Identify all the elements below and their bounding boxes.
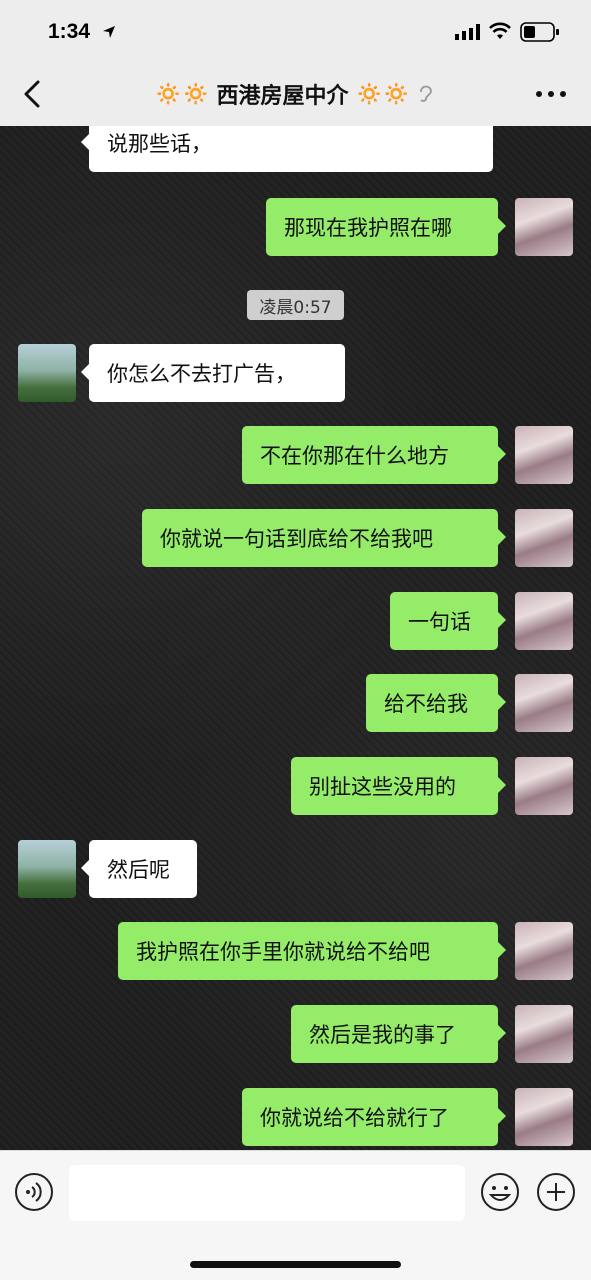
location-arrow-icon bbox=[103, 26, 115, 38]
avatar[interactable] bbox=[515, 198, 573, 256]
message-bubble-sent[interactable]: 然后是我的事了 bbox=[291, 1005, 506, 1063]
message-bubble-sent[interactable]: 我护照在你手里你就说给不给吧 bbox=[118, 922, 506, 980]
message-bubble-received[interactable]: 你怎么不去打广告， bbox=[81, 344, 345, 402]
message-bubble-received[interactable]: 然后呢 bbox=[81, 840, 197, 898]
avatar[interactable] bbox=[18, 840, 76, 898]
avatar[interactable] bbox=[515, 922, 573, 980]
top-bar: 1:34 🔅🔅 西港房屋中介 🔅🔅 bbox=[0, 0, 591, 126]
back-arrow-icon[interactable] bbox=[18, 78, 46, 110]
sun-icon: 🔅🔅 bbox=[154, 81, 210, 107]
timestamp: 凌晨0:57 bbox=[247, 290, 344, 320]
avatar[interactable] bbox=[515, 674, 573, 732]
message-bubble-sent[interactable]: 别扯这些没用的 bbox=[291, 757, 506, 815]
avatar[interactable] bbox=[515, 509, 573, 567]
message-text: 那现在我护照在哪 bbox=[284, 216, 452, 240]
wifi-icon bbox=[489, 22, 511, 39]
avatar[interactable] bbox=[515, 592, 573, 650]
message-text: 别扯这些没用的 bbox=[309, 775, 456, 799]
plus-icon[interactable] bbox=[536, 1172, 576, 1212]
message-text: 你就说一句话到底给不给我吧 bbox=[160, 527, 433, 551]
message-text: 你就说给不给就行了 bbox=[260, 1106, 449, 1130]
message-text: 给不给我 bbox=[384, 692, 468, 716]
message-text: 然后呢 bbox=[107, 858, 170, 882]
message-text: 我护照在你手里你就说给不给吧 bbox=[136, 940, 430, 964]
message-text: 你怎么不去打广告， bbox=[107, 362, 296, 386]
avatar[interactable] bbox=[515, 1005, 573, 1063]
message-bubble-sent[interactable]: 你就说给不给就行了 bbox=[242, 1088, 506, 1146]
voice-icon[interactable] bbox=[14, 1172, 54, 1212]
avatar[interactable] bbox=[515, 1088, 573, 1146]
battery-icon bbox=[520, 22, 559, 42]
status-time: 1:34 bbox=[48, 20, 91, 43]
message-bubble-sent[interactable]: 一句话 bbox=[390, 592, 506, 650]
message-input[interactable] bbox=[69, 1165, 465, 1221]
chat-area[interactable]: 说那些话， 那现在我护照在哪 凌晨0:57 你怎么不去打广告， 不在你那在什么地… bbox=[0, 126, 591, 1150]
message-bubble-sent[interactable]: 不在你那在什么地方 bbox=[242, 426, 506, 484]
chat-title: 🔅🔅 西港房屋中介 🔅🔅 bbox=[120, 76, 470, 112]
signal-icon bbox=[455, 24, 480, 40]
message-text: 不在你那在什么地方 bbox=[260, 444, 449, 468]
avatar[interactable] bbox=[515, 426, 573, 484]
ear-icon bbox=[420, 85, 433, 102]
avatar[interactable] bbox=[18, 344, 76, 402]
message-bubble-sent[interactable]: 你就说一句话到底给不给我吧 bbox=[142, 509, 506, 567]
message-text: 一句话 bbox=[408, 610, 471, 634]
more-icon[interactable] bbox=[535, 88, 567, 100]
message-text: 然后是我的事了 bbox=[309, 1023, 456, 1047]
message-bubble-sent[interactable]: 那现在我护照在哪 bbox=[266, 198, 506, 256]
message-text: 说那些话， bbox=[107, 132, 212, 156]
chat-title-text: 西港房屋中介 bbox=[216, 84, 349, 109]
message-bubble-sent[interactable]: 给不给我 bbox=[366, 674, 506, 732]
emoji-icon[interactable] bbox=[480, 1172, 520, 1212]
sun-icon: 🔅🔅 bbox=[355, 81, 411, 107]
message-bubble-received[interactable]: 说那些话， bbox=[81, 126, 493, 172]
home-indicator bbox=[190, 1261, 401, 1268]
avatar[interactable] bbox=[515, 757, 573, 815]
